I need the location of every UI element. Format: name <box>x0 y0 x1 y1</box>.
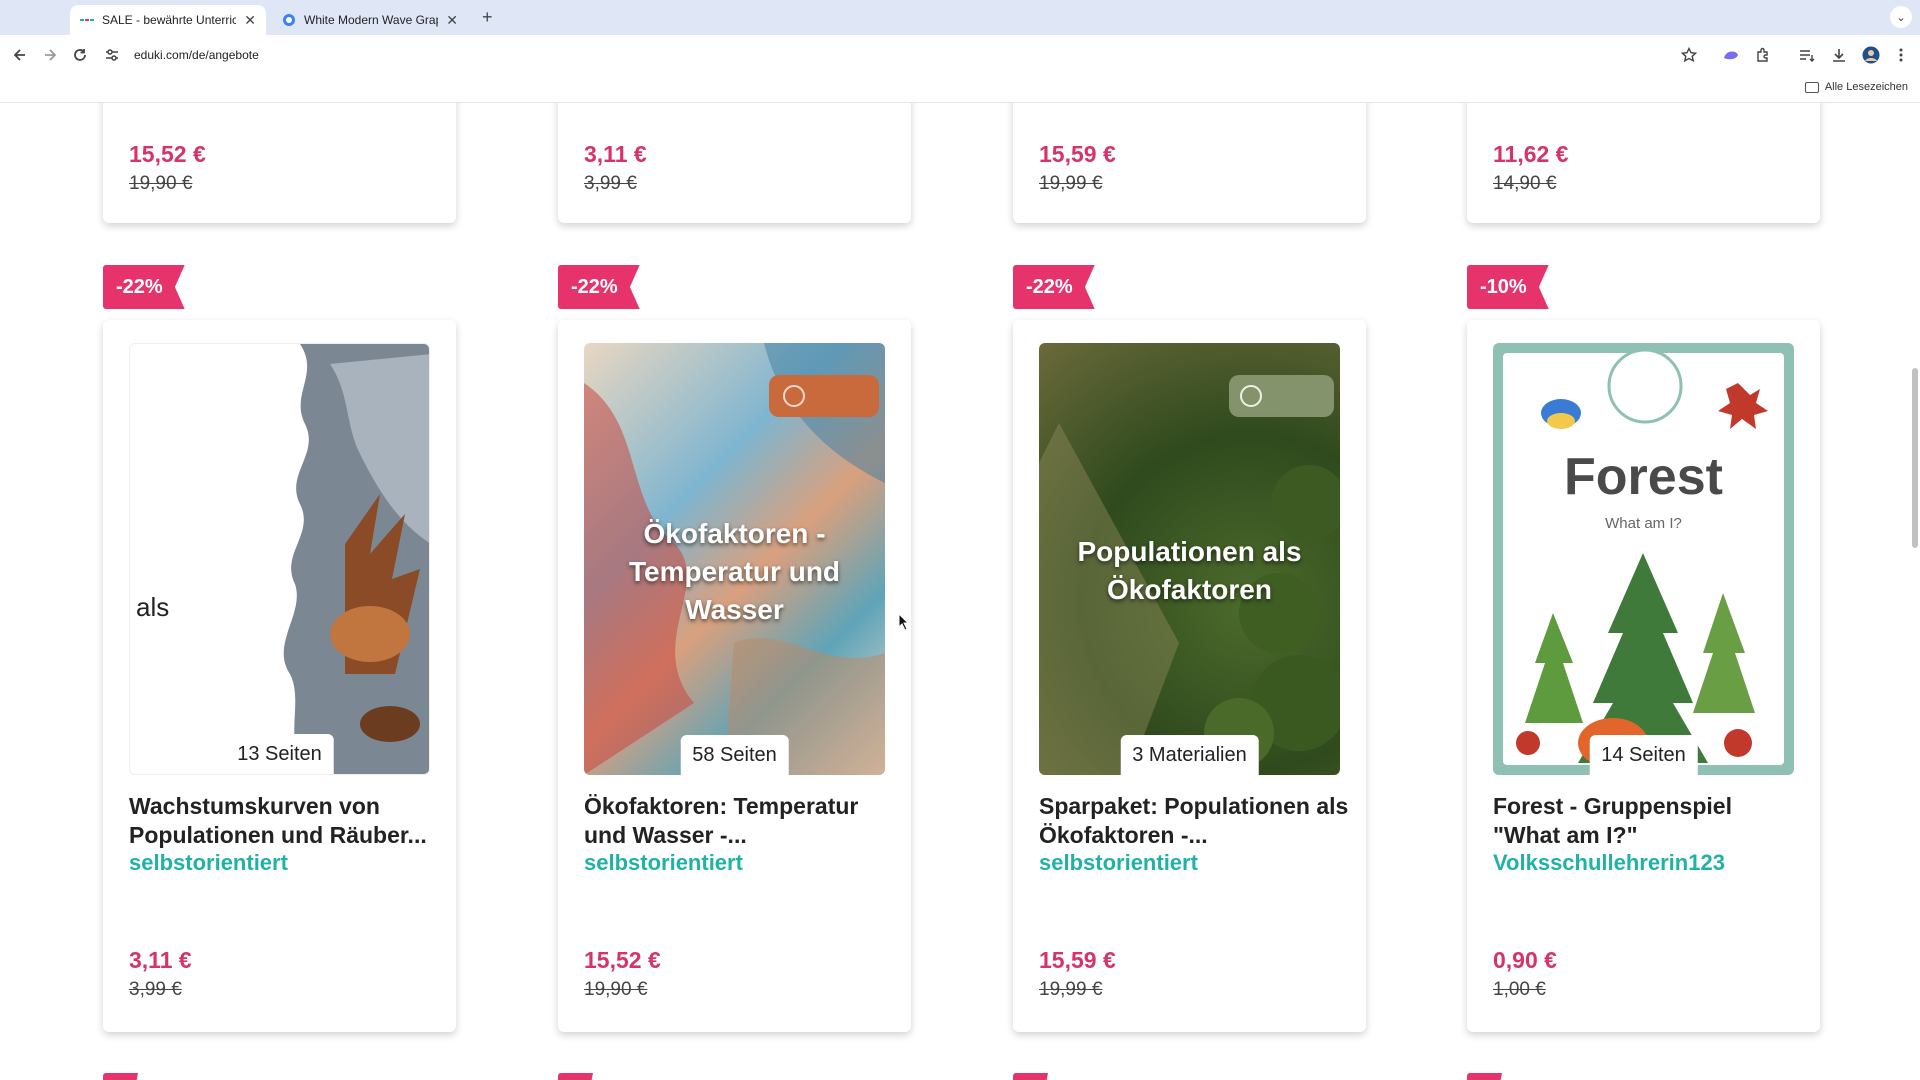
product-card-top-2[interactable]: 3,11 € 3,99 € <box>558 103 911 223</box>
sale-price: 11,62 € <box>1493 141 1569 167</box>
discount-badge: -22% <box>103 265 185 309</box>
original-price: 1,00 € <box>1493 979 1546 1000</box>
scrollbar-thumb[interactable] <box>1912 368 1918 548</box>
original-price: 19,99 € <box>1039 173 1103 194</box>
sale-price: 15,59 € <box>1039 947 1116 973</box>
tab-title: SALE - bewährte Unterrichtsm <box>102 13 237 27</box>
tab-strip: SALE - bewährte Unterrichtsm ✕ White Mod… <box>0 0 1920 35</box>
all-bookmarks-label: Alle Lesezeichen <box>1824 81 1908 93</box>
thumbnail-title: Ökofaktoren - Temperatur und Wasser <box>628 518 841 625</box>
discount-badge: -10% <box>1467 265 1549 309</box>
thumbnail-text: als <box>136 592 170 622</box>
forest-cover-image <box>1516 348 1768 768</box>
browser-toolbar: eduki.com/de/angebote <box>0 35 1920 75</box>
product-card-top-4[interactable]: 11,62 € 14,90 € <box>1467 103 1820 223</box>
product-thumbnail[interactable]: als 13 Seiten <box>129 343 430 775</box>
sale-price: 15,52 € <box>584 947 661 973</box>
product-thumbnail[interactable]: Ökofaktoren - Temperatur und Wasser 58 S… <box>584 343 885 775</box>
author-link[interactable]: selbstorientiert <box>129 850 288 876</box>
back-icon[interactable] <box>8 43 32 67</box>
product-card-top-3[interactable]: 15,59 € 19,99 € <box>1013 103 1366 223</box>
bookmarks-bar: Alle Lesezeichen <box>0 75 1920 103</box>
discount-badge: -22% <box>558 265 640 309</box>
extension-colorful-icon[interactable] <box>1720 44 1742 66</box>
thumbnail-subtitle: What am I? <box>1605 515 1682 532</box>
eduki-favicon-icon <box>80 13 94 27</box>
discount-badge-next-row <box>103 1073 138 1080</box>
author-link[interactable]: selbstorientiert <box>584 850 743 876</box>
browser-menu-icon[interactable] <box>1890 44 1912 66</box>
new-tab-button[interactable]: + <box>482 7 493 28</box>
all-bookmarks-button[interactable]: Alle Lesezeichen <box>1804 81 1908 93</box>
product-title[interactable]: Ökofaktoren: Temperatur und Wasser -... <box>584 792 894 850</box>
close-tab-icon[interactable]: ✕ <box>446 12 458 29</box>
url-text: eduki.com/de/angebote <box>134 48 259 62</box>
sale-price: 3,11 € <box>129 947 192 973</box>
product-thumbnail[interactable]: Populationen als Ökofaktoren 3 Materiali… <box>1039 343 1340 775</box>
author-link[interactable]: Volksschullehrerin123 <box>1493 850 1725 876</box>
original-price: 19,90 € <box>129 173 193 194</box>
close-tab-icon[interactable]: ✕ <box>244 12 256 29</box>
tab-title: White Modern Wave Graphic <box>304 13 438 27</box>
product-title[interactable]: Forest - Gruppenspiel "What am I?" <box>1493 792 1803 850</box>
original-price: 19,99 € <box>1039 979 1103 1000</box>
original-price: 14,90 € <box>1493 173 1557 194</box>
product-card[interactable]: Populationen als Ökofaktoren 3 Materiali… <box>1013 320 1366 1032</box>
tab-sale[interactable]: SALE - bewährte Unterrichtsm ✕ <box>70 5 266 35</box>
reload-icon[interactable] <box>68 43 92 67</box>
mouse-cursor-icon <box>898 613 910 631</box>
original-price: 3,99 € <box>584 173 637 194</box>
forward-icon[interactable] <box>38 43 62 67</box>
canva-favicon-icon <box>282 13 296 27</box>
site-info-icon[interactable] <box>102 45 122 65</box>
original-price: 19,90 € <box>584 979 648 1000</box>
thumbnail-title: Forest <box>1564 448 1723 506</box>
discount-badge-next-row <box>1467 1073 1502 1080</box>
maple-leaf-icon <box>1718 383 1768 429</box>
sale-price: 15,52 € <box>129 141 206 167</box>
deer-artwork-image <box>283 344 429 774</box>
profile-avatar[interactable] <box>1860 44 1882 66</box>
download-icon[interactable] <box>1828 44 1850 66</box>
sale-price: 0,90 € <box>1493 947 1557 973</box>
page-count: 13 Seiten <box>225 734 334 774</box>
page-viewport: 15,52 € 19,90 € 3,11 € 3,99 € 15,59 € 19… <box>0 103 1920 1080</box>
sale-price: 15,59 € <box>1039 141 1116 167</box>
folder-icon <box>1804 81 1819 93</box>
tab-search-icon[interactable]: ⌄ <box>1890 6 1912 28</box>
original-price: 3,99 € <box>129 979 182 1000</box>
material-count: 3 Materialien <box>1120 735 1259 775</box>
reading-list-icon[interactable] <box>1796 44 1818 66</box>
page-count: 14 Seiten <box>1589 735 1698 775</box>
product-title[interactable]: Wachstumskurven von Populationen und Räu… <box>129 792 439 850</box>
author-link[interactable]: selbstorientiert <box>1039 850 1198 876</box>
tab-white-modern-wave[interactable]: White Modern Wave Graphic ✕ <box>272 5 468 35</box>
thumbnail-title: Populationen als Ökofaktoren <box>1077 536 1302 605</box>
extensions-puzzle-icon[interactable] <box>1752 44 1774 66</box>
discount-badge-next-row <box>1013 1073 1048 1080</box>
discount-badge: -22% <box>1013 265 1095 309</box>
page-count: 58 Seiten <box>680 735 789 775</box>
sale-price: 3,11 € <box>584 141 647 167</box>
product-card-top-1[interactable]: 15,52 € 19,90 € <box>103 103 456 223</box>
product-thumbnail[interactable]: Forest What am I? 14 Seiten <box>1493 343 1794 775</box>
product-card[interactable]: Ökofaktoren - Temperatur und Wasser 58 S… <box>558 320 911 1032</box>
discount-badge-next-row <box>558 1073 593 1080</box>
school-logo <box>1607 348 1683 424</box>
bookmark-star-icon[interactable] <box>1678 44 1700 66</box>
product-title[interactable]: Sparpaket: Populationen als Ökofaktoren … <box>1039 792 1349 850</box>
product-card[interactable]: als 13 Seiten Wachstumskurven von Popula… <box>103 320 456 1032</box>
address-bar[interactable]: eduki.com/de/angebote <box>102 40 1692 70</box>
product-card[interactable]: Forest What am I? 14 Seiten Forest - Gru… <box>1467 320 1820 1032</box>
